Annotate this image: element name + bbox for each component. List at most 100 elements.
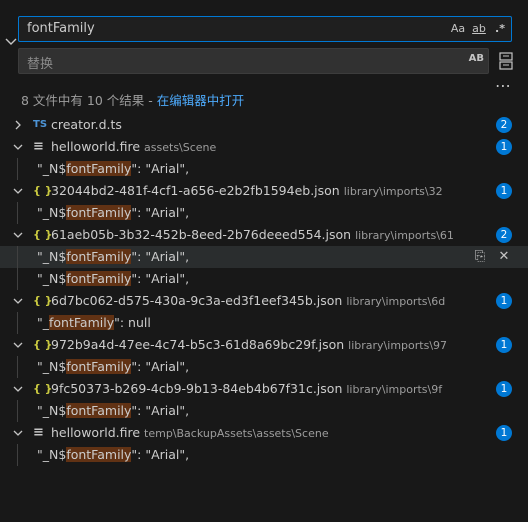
match-highlight: fontFamily bbox=[66, 249, 132, 264]
match-prefix: "_ bbox=[37, 315, 49, 330]
match-suffix: ": "Arial", bbox=[131, 205, 190, 220]
json-file-icon: { } bbox=[33, 382, 53, 395]
match-count-badge: 1 bbox=[496, 337, 512, 353]
indent-guide bbox=[17, 202, 18, 224]
match-row[interactable]: "_N$fontFamily": "Arial", bbox=[0, 268, 528, 290]
indent-guide bbox=[17, 356, 18, 378]
match-count-badge: 1 bbox=[496, 293, 512, 309]
match-actions: ⎘ ✕ bbox=[464, 246, 512, 268]
match-prefix: "_N$ bbox=[37, 359, 67, 374]
file-name: 972b9a4d-47ee-4c74-b5c3-61d8a69bc29f.jso… bbox=[51, 337, 448, 352]
match-suffix: ": "Arial", bbox=[131, 403, 190, 418]
chevron-down-icon[interactable] bbox=[12, 295, 24, 307]
file-path: assets\Scene bbox=[144, 141, 217, 154]
chevron-down-icon[interactable] bbox=[12, 383, 24, 395]
file-row[interactable]: ≡ helloworld.fire temp\BackupAssets\assets… bbox=[0, 422, 528, 444]
match-text: "_N$fontFamily": "Arial", bbox=[37, 356, 189, 378]
match-row[interactable]: "_N$fontFamily": "Arial", bbox=[0, 158, 528, 180]
close-icon[interactable]: ✕ bbox=[496, 246, 512, 268]
results-count-text: 8 文件中有 10 个结果 - bbox=[21, 93, 157, 108]
file-row[interactable]: { } 972b9a4d-47ee-4c74-b5c3-61d8a69bc29f.… bbox=[0, 334, 528, 356]
file-path: library\imports\61 bbox=[355, 229, 454, 242]
match-prefix: "_N$ bbox=[37, 249, 67, 264]
match-count-badge: 1 bbox=[496, 425, 512, 441]
file-row[interactable]: TS creator.d.ts 2 bbox=[0, 114, 528, 136]
replace-all-icon[interactable] bbox=[497, 51, 515, 71]
replace-icon[interactable]: ⎘ bbox=[472, 246, 488, 268]
match-text: "_N$fontFamily": "Arial", bbox=[37, 444, 189, 466]
file-row[interactable]: { } 6d7bc062-d575-430a-9c3a-ed3f1eef345b.… bbox=[0, 290, 528, 312]
file-row[interactable]: { } 9fc50373-b269-4cb9-9b13-84eb4b67f31c.… bbox=[0, 378, 528, 400]
match-count-badge: 1 bbox=[496, 381, 512, 397]
chevron-down-icon[interactable] bbox=[12, 427, 24, 439]
preserve-case-toggle[interactable]: AB bbox=[469, 53, 484, 64]
file-name: helloworld.fire temp\BackupAssets\assets\… bbox=[51, 425, 329, 440]
match-suffix: ": "Arial", bbox=[131, 271, 190, 286]
match-row[interactable]: "_N$fontFamily": "Arial", bbox=[0, 202, 528, 224]
match-text: "_fontFamily": null bbox=[37, 312, 151, 334]
chevron-down-icon[interactable] bbox=[4, 36, 18, 48]
match-count-badge: 2 bbox=[496, 227, 512, 243]
match-suffix: ": "Arial", bbox=[131, 359, 190, 374]
match-highlight: fontFamily bbox=[49, 315, 115, 330]
file-row[interactable]: { } 32044bd2-481f-4cf1-a656-e2b2fb1594eb.… bbox=[0, 180, 528, 202]
match-count-badge: 2 bbox=[496, 117, 512, 133]
fire-file-icon: ≡ bbox=[33, 139, 44, 154]
replace-input[interactable]: 替换 AB bbox=[18, 48, 489, 74]
file-row[interactable]: { } 61aeb05b-3b32-452b-8eed-2b76deeed554.… bbox=[0, 224, 528, 246]
file-path: temp\BackupAssets\assets\Scene bbox=[144, 427, 329, 440]
match-highlight: fontFamily bbox=[66, 161, 132, 176]
file-name: 32044bd2-481f-4cf1-a656-e2b2fb1594eb.jso… bbox=[51, 183, 443, 198]
file-name: 61aeb05b-3b32-452b-8eed-2b76deeed554.jso… bbox=[51, 227, 454, 242]
match-whole-word-toggle[interactable]: ab bbox=[470, 20, 488, 38]
more-actions-icon[interactable]: ⋯ bbox=[495, 76, 512, 95]
chevron-down-icon[interactable] bbox=[12, 229, 24, 241]
match-prefix: "_N$ bbox=[37, 205, 67, 220]
match-text: "_N$fontFamily": "Arial", bbox=[37, 202, 189, 224]
indent-guide bbox=[17, 444, 18, 466]
match-count-badge: 1 bbox=[496, 183, 512, 199]
match-row[interactable]: "_N$fontFamily": "Arial", bbox=[0, 444, 528, 466]
file-path: library\imports\97 bbox=[348, 339, 448, 352]
indent-guide bbox=[17, 246, 18, 268]
match-prefix: "_N$ bbox=[37, 161, 67, 176]
file-path: library\imports\6d bbox=[346, 295, 446, 308]
match-suffix: ": "Arial", bbox=[131, 161, 190, 176]
file-path: library\imports\9f bbox=[346, 383, 443, 396]
match-text: "_N$fontFamily": "Arial", bbox=[37, 400, 189, 422]
match-highlight: fontFamily bbox=[66, 271, 132, 286]
chevron-down-icon[interactable] bbox=[12, 185, 24, 197]
json-file-icon: { } bbox=[33, 338, 53, 351]
regex-toggle[interactable]: .* bbox=[491, 20, 509, 38]
match-prefix: "_N$ bbox=[37, 271, 67, 286]
chevron-down-icon[interactable] bbox=[12, 339, 24, 351]
match-suffix: ": null bbox=[114, 315, 151, 330]
indent-guide bbox=[17, 158, 18, 180]
file-row[interactable]: ≡ helloworld.fire assets\Scene 1 bbox=[0, 136, 528, 158]
match-suffix: ": "Arial", bbox=[131, 447, 190, 462]
match-prefix: "_N$ bbox=[37, 403, 67, 418]
chevron-down-icon[interactable] bbox=[12, 141, 24, 153]
match-row[interactable]: "_N$fontFamily": "Arial", ⎘ ✕ bbox=[0, 246, 528, 268]
json-file-icon: { } bbox=[33, 294, 53, 307]
search-input[interactable]: fontFamily Aa ab .* bbox=[18, 16, 512, 42]
match-highlight: fontFamily bbox=[66, 403, 132, 418]
match-highlight: fontFamily bbox=[66, 447, 132, 462]
file-name: 6d7bc062-d575-430a-9c3a-ed3f1eef345b.jso… bbox=[51, 293, 446, 308]
open-in-editor-link[interactable]: 在编辑器中打开 bbox=[157, 93, 245, 108]
file-name: helloworld.fire assets\Scene bbox=[51, 139, 217, 154]
indent-guide bbox=[17, 268, 18, 290]
match-row[interactable]: "_fontFamily": null bbox=[0, 312, 528, 334]
match-row[interactable]: "_N$fontFamily": "Arial", bbox=[0, 356, 528, 378]
match-case-toggle[interactable]: Aa bbox=[449, 20, 467, 38]
chevron-right-icon[interactable] bbox=[12, 119, 24, 131]
match-row[interactable]: "_N$fontFamily": "Arial", bbox=[0, 400, 528, 422]
file-name: creator.d.ts bbox=[51, 117, 122, 132]
results-summary: 8 文件中有 10 个结果 - 在编辑器中打开 bbox=[21, 90, 244, 109]
match-text: "_N$fontFamily": "Arial", bbox=[37, 268, 189, 290]
match-suffix: ": "Arial", bbox=[131, 249, 190, 264]
match-highlight: fontFamily bbox=[66, 205, 132, 220]
replace-placeholder: 替换 bbox=[27, 57, 54, 72]
match-text: "_N$fontFamily": "Arial", bbox=[37, 158, 189, 180]
indent-guide bbox=[17, 312, 18, 334]
